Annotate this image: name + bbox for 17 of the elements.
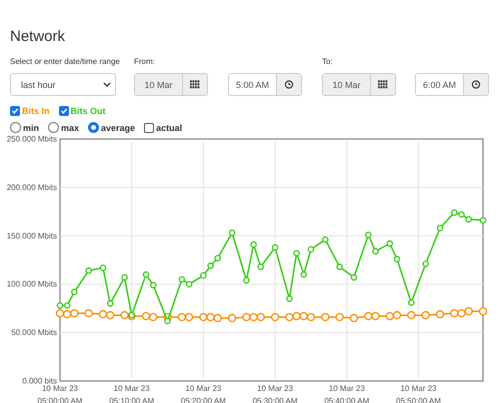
range-select[interactable]: last hour [10,73,116,96]
legend-label: Bits In [22,106,50,116]
y-axis-label: 0.000 bits [22,376,57,386]
page-title: Network [10,27,66,46]
option-label: actual [156,122,182,132]
y-axis-label: 200.000 Mbits [6,182,57,192]
option-label: min [23,122,40,132]
option-label: average [101,122,136,132]
option-label: max [61,122,80,132]
legend-label: Bits Out [70,106,106,116]
y-axis-label: 250.000 Mbits [6,134,57,144]
y-axis-label: 50.000 Mbits [11,328,57,338]
y-axis-label: 150.000 Mbits [6,231,57,240]
field-label: To: [322,57,333,67]
y-axis-label: 100.000 Mbits [6,280,57,289]
field-label: From: [134,57,155,67]
field-label: Select or enter date/time range [10,57,120,67]
